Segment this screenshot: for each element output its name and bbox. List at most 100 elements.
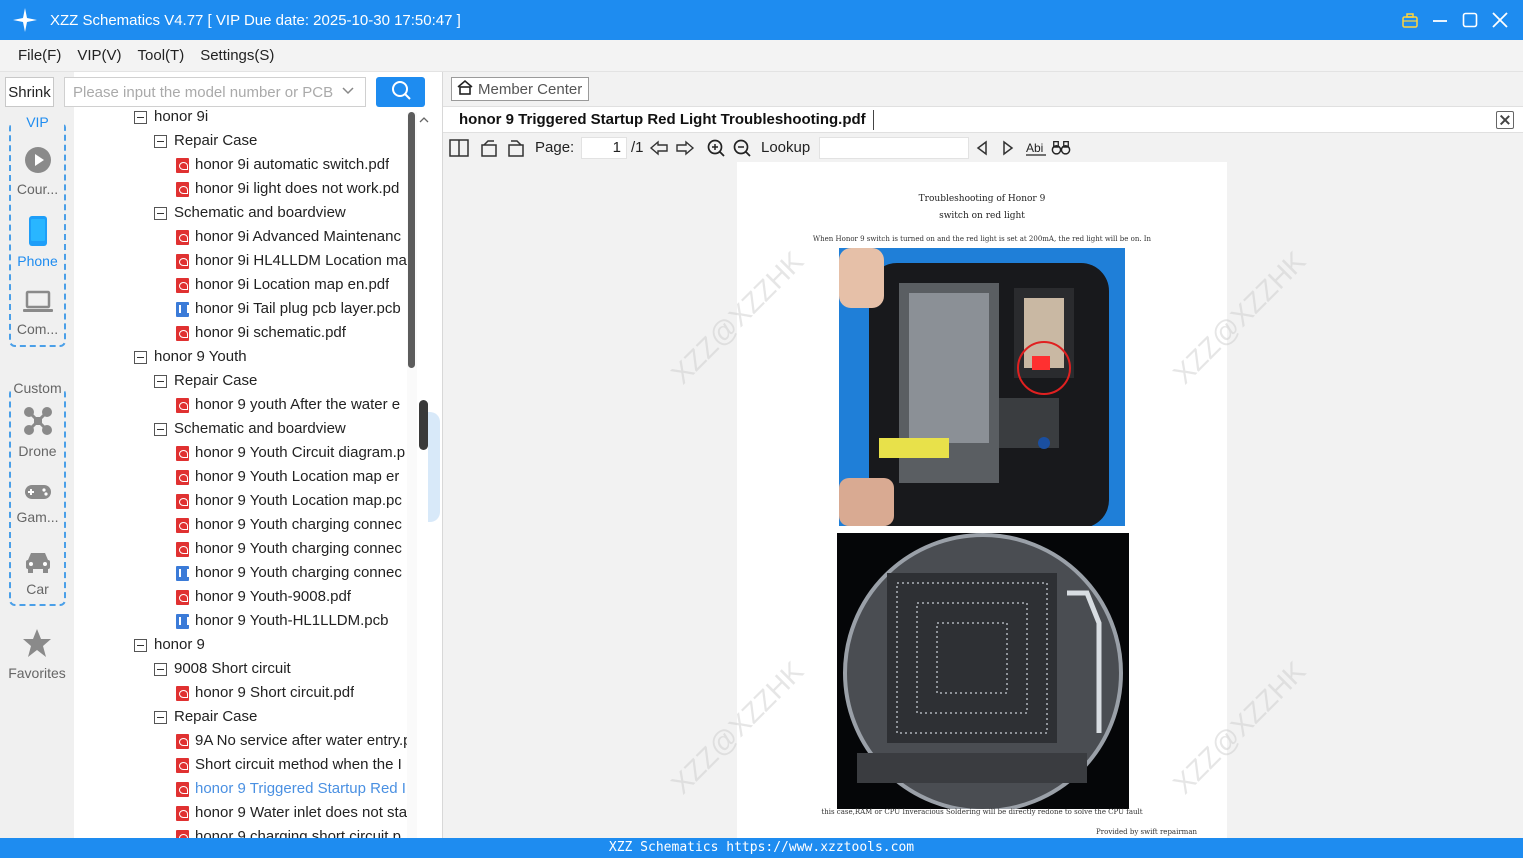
tree-file[interactable]: honor 9 youth After the water e bbox=[74, 393, 417, 417]
collapse-toggle-icon[interactable] bbox=[154, 710, 167, 724]
rotate-right-icon[interactable] bbox=[506, 138, 526, 158]
tree-item-label: honor 9i HL4LLDM Location ma bbox=[195, 252, 407, 269]
doc-footer-text: this case,RAM or CPU Inveracious Solderi… bbox=[821, 808, 1143, 816]
category-drone[interactable]: Drone bbox=[11, 406, 64, 459]
collapse-toggle-icon[interactable] bbox=[154, 134, 167, 148]
category-game[interactable]: Gam... bbox=[11, 482, 64, 525]
find-previous-icon[interactable] bbox=[972, 138, 992, 158]
find-next-icon[interactable] bbox=[998, 138, 1018, 158]
close-tab-icon[interactable] bbox=[1496, 111, 1514, 129]
chevron-down-icon[interactable] bbox=[341, 84, 355, 102]
arrow-left-icon[interactable] bbox=[649, 138, 669, 158]
tree-item-label: honor 9 Youth charging connec bbox=[195, 564, 402, 581]
tree-file[interactable]: honor 9 Youth-9008.pdf bbox=[74, 585, 417, 609]
tree-file[interactable]: honor 9 Youth Circuit diagram.p bbox=[74, 441, 417, 465]
category-courses[interactable]: Cour... bbox=[11, 146, 64, 197]
tree-folder[interactable]: 9008 Short circuit bbox=[74, 657, 417, 681]
tree-item-label: honor 9i Tail plug pcb layer.pcb bbox=[195, 300, 401, 317]
tab-document-title[interactable]: honor 9 Triggered Startup Red Light Trou… bbox=[459, 111, 866, 128]
tree-file[interactable]: honor 9 Triggered Startup Red I bbox=[74, 777, 417, 801]
match-case-icon[interactable]: Abi bbox=[1025, 138, 1047, 158]
maximize-button[interactable] bbox=[1461, 11, 1479, 29]
tree-file[interactable]: honor 9 Youth-HL1LLDM.pcb bbox=[74, 609, 417, 633]
tree-item-label: Repair Case bbox=[174, 708, 258, 725]
minimize-button[interactable] bbox=[1431, 11, 1449, 29]
tree-folder[interactable]: Repair Case bbox=[74, 369, 417, 393]
close-button[interactable] bbox=[1491, 11, 1509, 29]
tree-file[interactable]: honor 9 Water inlet does not sta bbox=[74, 801, 417, 825]
menu-vip[interactable]: VIP(V) bbox=[77, 47, 121, 64]
lookup-input[interactable] bbox=[819, 137, 969, 159]
tree-file[interactable]: honor 9 Youth Location map.pc bbox=[74, 489, 417, 513]
tree-file[interactable]: honor 9 Youth charging connec bbox=[74, 513, 417, 537]
category-computer-label: Com... bbox=[16, 321, 59, 337]
category-phone[interactable]: Phone bbox=[11, 216, 64, 269]
pdf-file-icon bbox=[176, 253, 189, 269]
category-car-label: Car bbox=[26, 581, 49, 597]
collapse-panel-tab[interactable] bbox=[428, 412, 440, 522]
model-search-input[interactable]: Please input the model number or PCB bbox=[64, 77, 366, 107]
tree-file[interactable]: honor 9 charging short circuit.p bbox=[74, 825, 417, 838]
pdf-file-icon bbox=[176, 589, 189, 605]
tree-file[interactable]: honor 9i automatic switch.pdf bbox=[74, 153, 417, 177]
collapse-toggle-icon[interactable] bbox=[134, 110, 147, 124]
tree-file[interactable]: honor 9i Advanced Maintenanc bbox=[74, 225, 417, 249]
collapse-toggle-icon[interactable] bbox=[154, 422, 167, 436]
pdf-file-icon bbox=[176, 277, 189, 293]
rotate-left-icon[interactable] bbox=[479, 138, 499, 158]
find-all-icon[interactable] bbox=[1051, 138, 1071, 158]
collapse-toggle-icon[interactable] bbox=[154, 374, 167, 388]
menu-settings[interactable]: Settings(S) bbox=[200, 47, 274, 64]
tree-scrollbar[interactable] bbox=[407, 112, 417, 838]
collapse-toggle-icon[interactable] bbox=[134, 638, 147, 652]
tree-file[interactable]: honor 9i HL4LLDM Location ma bbox=[74, 249, 417, 273]
tree-item-label: honor 9 Youth bbox=[154, 348, 247, 365]
car-icon bbox=[11, 550, 64, 577]
tree-folder[interactable]: Repair Case bbox=[74, 705, 417, 729]
svg-text:Abi: Abi bbox=[1026, 141, 1043, 155]
tree-file[interactable]: honor 9 Youth charging connec bbox=[74, 561, 417, 585]
tree-file[interactable]: honor 9i schematic.pdf bbox=[74, 321, 417, 345]
zoom-out-icon[interactable] bbox=[732, 138, 752, 158]
tree-folder[interactable]: Schematic and boardview bbox=[74, 201, 417, 225]
category-computer[interactable]: Com... bbox=[11, 290, 64, 337]
star-icon bbox=[22, 628, 52, 661]
tree-file[interactable]: honor 9i light does not work.pd bbox=[74, 177, 417, 201]
splitter-handle[interactable] bbox=[419, 400, 428, 450]
page-number-input[interactable]: 1 bbox=[581, 137, 627, 159]
home-icon bbox=[456, 79, 474, 99]
menu-file[interactable]: File(F) bbox=[18, 47, 61, 64]
tree-file[interactable]: honor 9 Short circuit.pdf bbox=[74, 681, 417, 705]
shrink-button[interactable]: Shrink bbox=[5, 77, 54, 107]
tree-file[interactable]: honor 9i Location map en.pdf bbox=[74, 273, 417, 297]
category-car[interactable]: Car bbox=[11, 550, 64, 597]
menu-tool[interactable]: Tool(T) bbox=[138, 47, 185, 64]
tree-file[interactable]: honor 9i Tail plug pcb layer.pcb bbox=[74, 297, 417, 321]
favorites[interactable]: Favorites bbox=[0, 628, 74, 681]
arrow-right-icon[interactable] bbox=[675, 138, 695, 158]
tree-folder[interactable]: honor 9 bbox=[74, 633, 417, 657]
tree-file[interactable]: Short circuit method when the I bbox=[74, 753, 417, 777]
search-button[interactable] bbox=[376, 77, 425, 107]
pdf-file-icon bbox=[176, 157, 189, 173]
tree-file[interactable]: honor 9 Youth charging connec bbox=[74, 537, 417, 561]
tree-folder[interactable]: Repair Case bbox=[74, 129, 417, 153]
briefcase-icon[interactable] bbox=[1401, 11, 1419, 29]
collapse-toggle-icon[interactable] bbox=[154, 662, 167, 676]
scroll-up-icon[interactable] bbox=[418, 112, 430, 128]
pdf-file-icon bbox=[176, 493, 189, 509]
tree-file[interactable]: 9A No service after water entry.p bbox=[74, 729, 417, 753]
collapse-toggle-icon[interactable] bbox=[134, 350, 147, 364]
tree-item-label: honor 9i Location map en.pdf bbox=[195, 276, 390, 293]
tree-file[interactable]: honor 9 Youth Location map er bbox=[74, 465, 417, 489]
collapse-toggle-icon[interactable] bbox=[154, 206, 167, 220]
tree-item-label: Schematic and boardview bbox=[174, 204, 346, 221]
tree-folder[interactable]: Schematic and boardview bbox=[74, 417, 417, 441]
vip-category-group: VIP Cour... Phone Com... bbox=[9, 114, 66, 347]
tree-folder[interactable]: honor 9i bbox=[74, 108, 417, 129]
tree-scrollbar-thumb[interactable] bbox=[408, 112, 415, 368]
tree-folder[interactable]: honor 9 Youth bbox=[74, 345, 417, 369]
sidebar-toggle-icon[interactable] bbox=[449, 138, 469, 158]
zoom-in-icon[interactable] bbox=[706, 138, 726, 158]
member-center-button[interactable]: Member Center bbox=[451, 77, 589, 101]
